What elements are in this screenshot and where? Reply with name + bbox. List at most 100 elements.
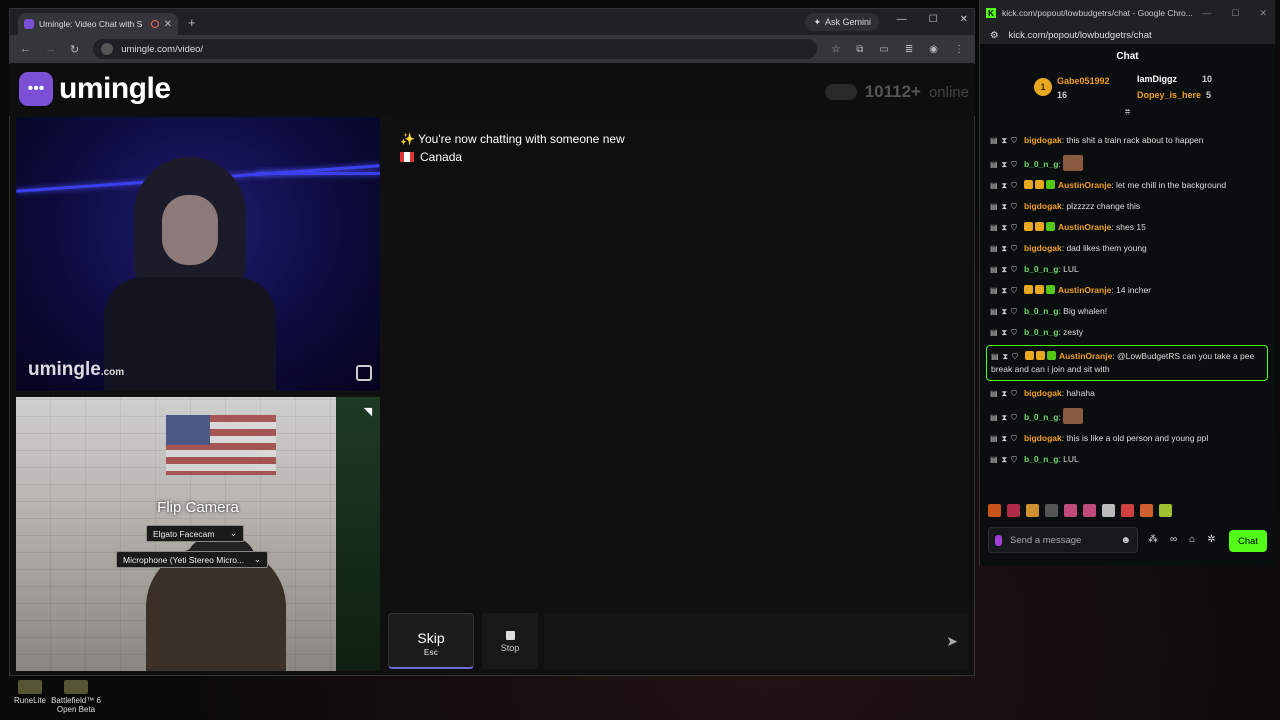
emote-icon[interactable]	[1140, 504, 1153, 517]
emote-icon[interactable]	[1159, 504, 1172, 517]
url-field[interactable]: umingle.com/video/	[93, 39, 818, 59]
chat-message: ▤⧗⛉ bigdogak: plzzzzz change this	[990, 201, 1141, 211]
reload-icon[interactable]: ↻	[70, 43, 79, 56]
back-icon[interactable]: ←	[20, 43, 31, 55]
leader-count: 5	[1206, 90, 1212, 100]
new-tab-button[interactable]: +	[188, 15, 196, 30]
cast-icon[interactable]: ▭	[879, 44, 888, 55]
controls-bar: Skip Esc Stop ➤	[388, 613, 968, 671]
message-input[interactable]: ➤	[544, 613, 968, 669]
skip-button[interactable]: Skip Esc	[388, 613, 474, 669]
chat-message: ▤⧗⛉ b_0_n_g: LUL	[990, 454, 1079, 464]
leader-name[interactable]: Gabe051992	[1057, 76, 1110, 86]
users-icon[interactable]: ⁂	[1148, 534, 1158, 545]
camera-select[interactable]: Elgato Facecam ⌄	[146, 525, 244, 542]
mod-actions-icon[interactable]: ▤⧗⛉	[990, 136, 1021, 145]
leader-name[interactable]: IamDiggz	[1137, 74, 1177, 84]
emoji-icon[interactable]: ☻	[1120, 535, 1131, 546]
chat-message: ▤⧗⛉ b_0_n_g: LUL	[990, 264, 1079, 274]
chat-message: ▤⧗⛉ b_0_n_g: Big whalen!	[990, 306, 1108, 316]
emote-icon	[1063, 155, 1084, 171]
send-icon[interactable]: ➤	[946, 633, 958, 650]
mode-toggle[interactable]	[824, 84, 857, 100]
report-flag-icon[interactable]	[356, 365, 372, 381]
gift-leaderboard: 1 Gabe051992 16 IamDiggz 10 Dopey_is_her…	[980, 66, 1275, 108]
browser-window-kick: K kick.com/popout/lowbudgetrs/chat - Goo…	[979, 0, 1275, 566]
chevron-down-icon: ⌄	[229, 528, 237, 538]
store-icon[interactable]: ⌂	[1189, 534, 1195, 545]
site-info-icon[interactable]	[101, 43, 114, 55]
umingle-logo[interactable]: ••• umingle	[19, 72, 171, 106]
close-tab-icon[interactable]: ✕	[164, 19, 172, 30]
stop-button[interactable]: Stop	[482, 613, 538, 669]
flip-camera-label[interactable]: Flip Camera	[16, 499, 380, 516]
maximize-icon[interactable]: ☐	[929, 14, 938, 25]
chat-message: ▤⧗⛉ b_0_n_g:	[986, 151, 1268, 175]
bookmark-star-icon[interactable]: ☆	[831, 44, 840, 55]
extensions-icon[interactable]: ⧉	[856, 44, 863, 55]
umingle-favicon-icon	[24, 19, 34, 29]
emote-icon[interactable]	[1045, 504, 1058, 517]
self-video: Flip Camera Elgato Facecam ⌄ Microphone (…	[16, 397, 380, 671]
kick-logo-icon: K	[986, 8, 996, 18]
send-chat-button[interactable]: Chat	[1229, 530, 1267, 552]
canada-flag-icon	[400, 152, 414, 162]
close-icon[interactable]: ✕	[960, 14, 968, 25]
gift-badge-icon	[1045, 180, 1055, 189]
emote-icon[interactable]	[1064, 504, 1077, 517]
emote-icon[interactable]	[988, 504, 1001, 517]
rank-medal-icon: 1	[1034, 78, 1052, 96]
ask-gemini-button[interactable]: ✦ Ask Gemini	[805, 13, 879, 31]
umingle-watermark: umingle.com	[28, 359, 125, 380]
umingle-header: ••• umingle 10112+ online	[9, 64, 975, 116]
chat-message: ▤⧗⛉ b_0_n_g:	[986, 404, 1268, 428]
gemini-icon: ✦	[813, 16, 821, 27]
chat-message-input[interactable]: Send a message ☻	[988, 527, 1138, 553]
chat-message: ▤⧗⛉ b_0_n_g: zesty	[990, 327, 1084, 337]
maximize-icon[interactable]: ☐	[1231, 8, 1239, 19]
emote-icon	[1063, 408, 1084, 424]
chat-message: ▤⧗⛉ AustinOranje: let me chill in the bac…	[990, 180, 1227, 190]
online-count: 10112+	[864, 82, 921, 101]
infinity-icon[interactable]: ∞	[1170, 534, 1177, 545]
profile-icon[interactable]: ◉	[929, 44, 938, 55]
emote-icon[interactable]	[1026, 504, 1039, 517]
sub-badge-icon	[1034, 180, 1044, 189]
media-icon[interactable]: ≣	[905, 44, 913, 55]
menu-icon[interactable]: ⋮	[954, 44, 964, 55]
emote-icon[interactable]	[1121, 504, 1134, 517]
chat-message: ▤⧗⛉ bigdogak: hahaha	[990, 388, 1095, 398]
online-indicator: 10112+ online	[824, 82, 969, 102]
chat-message: ▤⧗⛉ bigdogak: dad likes them young	[990, 243, 1147, 253]
microphone-select[interactable]: Microphone (Yeti Stereo Micro... ⌄	[116, 551, 268, 568]
tab-umingle[interactable]: Umingle: Video Chat with S ✕	[18, 13, 178, 35]
christmas-tree	[336, 397, 380, 671]
online-label: online	[928, 83, 969, 101]
led-strip	[256, 172, 380, 175]
chevron-down-icon: ⌄	[253, 554, 261, 564]
tab-bar: Umingle: Video Chat with S ✕ + ✦ Ask Gemi…	[10, 9, 974, 35]
kick-url-bar[interactable]: ⚙ kick.com/popout/lowbudgetrs/chat	[980, 26, 1275, 44]
kick-title-bar: K kick.com/popout/lowbudgetrs/chat - Goo…	[980, 0, 1275, 26]
site-settings-icon[interactable]: ⚙	[990, 30, 999, 41]
emote-icon[interactable]	[1007, 504, 1020, 517]
microphone-icon[interactable]	[995, 534, 1002, 546]
leader-name[interactable]: Dopey_is_here	[1137, 90, 1201, 100]
quick-emote-row	[988, 504, 1172, 517]
pinned-toggle-icon[interactable]: ⩷	[980, 107, 1275, 118]
stop-icon	[505, 631, 515, 640]
settings-gear-icon[interactable]: ✲	[1207, 534, 1215, 545]
minimize-icon[interactable]: —	[1202, 8, 1211, 19]
emote-icon[interactable]	[1083, 504, 1096, 517]
chat-message: ▤⧗⛉ bigdogak: this is like a old person a…	[990, 433, 1209, 443]
forward-icon[interactable]: →	[45, 43, 56, 55]
chat-messages: ▤⧗⛉ bigdogak: this shit a train rack abou…	[986, 130, 1268, 498]
chat-header: Chat	[1116, 51, 1139, 62]
emote-icon[interactable]	[1102, 504, 1115, 517]
recording-icon	[150, 20, 159, 28]
close-icon[interactable]: ✕	[1259, 8, 1267, 19]
text-chat-pane: ✨ You're now chatting with someone new C…	[390, 117, 968, 607]
stranger-person	[104, 157, 276, 391]
minimize-icon[interactable]: —	[897, 14, 907, 25]
desktop-icon-battlefield[interactable]: Battlefield™ 6 Open Beta	[46, 680, 106, 714]
